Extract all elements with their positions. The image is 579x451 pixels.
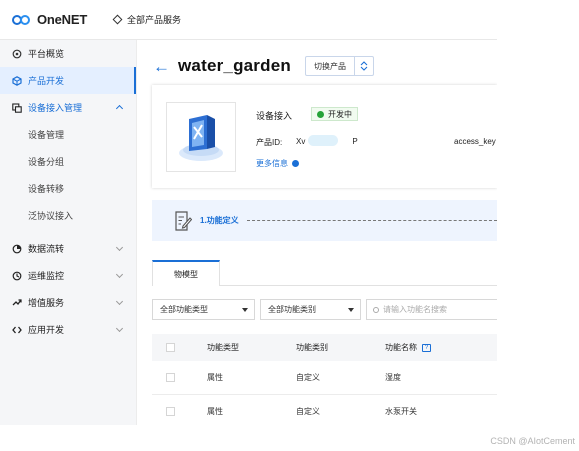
row-checkbox[interactable] <box>166 361 175 394</box>
onenet-logo[interactable]: OneNET <box>12 12 92 27</box>
table-cell: 湿度 <box>385 373 401 382</box>
product-device-icon <box>179 115 223 161</box>
sidebar-item-data-flow[interactable]: 数据流转 <box>0 235 136 262</box>
sidebar-item-label: 设备接入管理 <box>28 103 83 113</box>
sidebar: 平台概览 产品开发 设备接入管理 设备管理 设备分组 设备转移 泛协议接入 数据… <box>0 40 137 425</box>
column-header-name: 功能名称 ? <box>385 334 431 361</box>
cube-icon <box>12 75 22 86</box>
status-badge: 开发中 <box>311 107 358 121</box>
all-products-label: 全部产品服务 <box>127 15 182 25</box>
caret-down-icon <box>348 308 354 312</box>
switch-product-label: 切换产品 <box>306 57 355 75</box>
caret-down-icon <box>242 308 248 312</box>
product-id-suffix: P <box>352 137 358 146</box>
onenet-logo-icon <box>12 14 34 26</box>
step-progress-bar: 1.功能定义 <box>152 200 497 241</box>
column-header: 功能类型 <box>207 343 239 352</box>
card-title: 设备接入 <box>256 111 293 121</box>
sidebar-item-label: 运维监控 <box>28 271 65 281</box>
table-cell: 属性 <box>207 373 223 382</box>
chevron-down-icon <box>115 270 124 279</box>
flow-icon <box>12 244 22 254</box>
sidebar-subitem-device-group[interactable]: 设备分组 <box>0 148 136 175</box>
search-icon <box>373 306 379 313</box>
product-thumbnail <box>166 102 236 172</box>
function-search-input[interactable]: 请输入功能名搜索 <box>366 299 497 320</box>
sidebar-item-app-dev[interactable]: 应用开发 <box>0 316 136 343</box>
status-text: 开发中 <box>328 109 352 119</box>
switch-product-button[interactable]: 切换产品 <box>304 56 374 76</box>
page-title: water_garden <box>178 56 291 75</box>
sidebar-item-ops-monitor[interactable]: 运维监控 <box>0 262 136 289</box>
product-id-label: 产品ID: <box>256 138 283 147</box>
step-connector <box>246 220 497 221</box>
sidebar-item-label: 应用开发 <box>28 325 65 335</box>
table-cell: 自定义 <box>296 373 320 382</box>
column-header: 功能名称 <box>385 343 417 352</box>
table-header: 功能类型 功能类别 功能名称 ? <box>152 334 497 361</box>
more-info-link[interactable]: 更多信息 <box>256 158 299 169</box>
product-id-prefix: Xv <box>296 137 306 146</box>
app-dev-icon <box>12 325 22 335</box>
more-info-label: 更多信息 <box>256 159 288 168</box>
diamond-icon <box>112 14 123 25</box>
plus-service-icon <box>12 298 22 308</box>
device-icon <box>12 102 22 113</box>
sidebar-item-device-access[interactable]: 设备接入管理 <box>0 94 136 121</box>
product-info-card: 设备接入 开发中 产品ID: Xv P access_key 更多信息 <box>152 85 497 188</box>
sidebar-subitem-device-transfer[interactable]: 设备转移 <box>0 175 136 202</box>
help-icon[interactable]: ? <box>422 343 431 352</box>
sidebar-subitem-device-manage[interactable]: 设备管理 <box>0 121 136 148</box>
chevron-down-icon <box>115 243 124 252</box>
document-edit-icon <box>174 210 193 231</box>
back-arrow-icon[interactable]: ← <box>153 58 170 75</box>
function-type-select[interactable]: 全部功能类型 <box>152 299 255 320</box>
access-key-label: access_key <box>454 137 496 146</box>
up-down-chevron-icon <box>355 57 373 75</box>
sidebar-item-value-added[interactable]: 增值服务 <box>0 289 136 316</box>
row-checkbox[interactable] <box>166 395 175 425</box>
redaction-mark <box>308 135 338 146</box>
table-cell: 属性 <box>207 407 223 416</box>
monitor-icon <box>12 271 22 281</box>
main-content: ← water_garden 切换产品 设备接入 开发中 产品ID: Xv P … <box>137 40 497 425</box>
status-dot-icon <box>317 110 324 118</box>
sidebar-item-label: 平台概览 <box>28 49 65 59</box>
function-category-value: 全部功能类别 <box>268 305 316 314</box>
select-all-checkbox[interactable] <box>166 334 175 361</box>
search-placeholder: 请输入功能名搜索 <box>383 305 447 314</box>
step-1-label[interactable]: 1.功能定义 <box>200 215 239 226</box>
sidebar-subitem-generic-protocol[interactable]: 泛协议接入 <box>0 202 136 229</box>
table-row[interactable]: 属性 自定义 湿度 <box>152 361 497 395</box>
sidebar-item-overview[interactable]: 平台概览 <box>0 40 136 67</box>
sidebar-item-label: 产品开发 <box>28 76 65 86</box>
all-products-menu[interactable]: 全部产品服务 <box>112 13 182 26</box>
column-header: 功能类别 <box>296 343 328 352</box>
table-cell: 水泵开关 <box>385 407 417 416</box>
chevron-down-icon <box>115 297 124 306</box>
tab-bar: 物模型 <box>152 260 497 286</box>
chevron-up-icon <box>115 104 124 113</box>
circle-gear-icon <box>12 49 22 59</box>
sidebar-item-label: 增值服务 <box>28 298 65 308</box>
table-row[interactable]: 属性 自定义 水泵开关 <box>152 395 497 425</box>
logo-text: OneNET <box>37 12 88 27</box>
info-dot-icon <box>292 160 299 167</box>
sidebar-item-product-dev[interactable]: 产品开发 <box>0 67 136 94</box>
filter-bar: 全部功能类型 全部功能类别 请输入功能名搜索 <box>152 299 497 320</box>
chevron-down-icon <box>115 324 124 333</box>
function-category-select[interactable]: 全部功能类别 <box>260 299 361 320</box>
function-type-value: 全部功能类型 <box>160 305 208 314</box>
tab-thing-model[interactable]: 物模型 <box>152 260 220 286</box>
watermark: CSDN @AIotCement <box>490 436 575 446</box>
sidebar-item-label: 数据流转 <box>28 244 65 254</box>
top-bar: OneNET 全部产品服务 <box>0 0 497 40</box>
page-header: ← water_garden 切换产品 <box>153 56 374 76</box>
table-cell: 自定义 <box>296 407 320 416</box>
